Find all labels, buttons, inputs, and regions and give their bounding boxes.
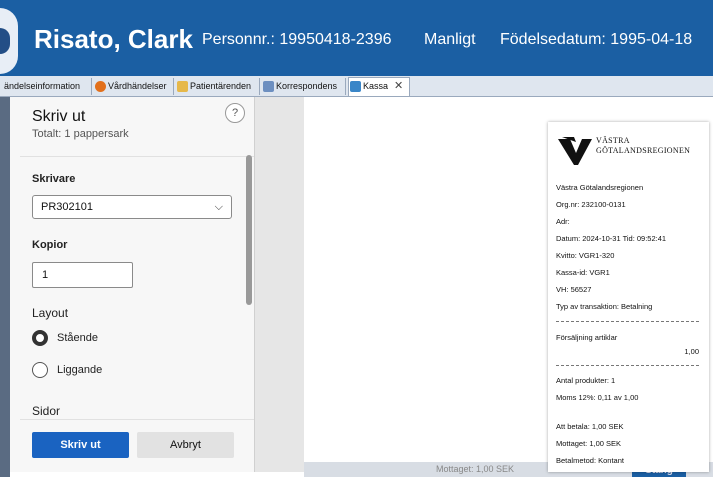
receipt-separator <box>556 321 699 322</box>
logo-text-2: GÖTALANDSREGIONEN <box>596 146 691 155</box>
layout-label: Layout <box>32 306 69 320</box>
tab-vardhandelser[interactable]: Vårdhändelser <box>94 78 174 95</box>
receipt-line: Att betala: 1,00 SEK <box>556 422 624 431</box>
personal-number: Personnr.: 19950418-2396 <box>202 31 392 48</box>
scrollbar[interactable] <box>246 155 252 305</box>
gender: Manligt <box>424 31 476 48</box>
cash-register-icon <box>350 81 361 92</box>
receipt-line: Antal produkter: 1 <box>556 376 616 385</box>
receipt-line: Kvitto: VGR1-320 <box>556 251 615 260</box>
sheet-count: Totalt: 1 pappersark <box>32 128 129 140</box>
receipt-line: VH: 56527 <box>556 285 592 294</box>
envelope-icon <box>263 81 274 92</box>
background-received-text: Mottaget: 1,00 SEK <box>436 464 515 474</box>
patient-header: Risato, Clark Personnr.: 19950418-2396 M… <box>0 0 713 76</box>
print-button[interactable]: Skriv ut <box>32 432 129 458</box>
tab-label: Patientärenden <box>190 81 252 91</box>
tab-label: Vårdhändelser <box>108 81 167 91</box>
divider <box>20 419 254 420</box>
receipt-separator <box>556 365 699 366</box>
printer-select[interactable]: PR302101 ⌵ <box>32 195 232 219</box>
receipt-line: Adr: <box>556 217 570 226</box>
close-icon[interactable]: ✕ <box>394 80 403 92</box>
printer-value: PR302101 <box>41 201 93 213</box>
receipt-line: Typ av transaktion: Betalning <box>556 302 653 311</box>
patient-name: Risato, Clark <box>34 24 193 54</box>
receipt-page: VÄSTRA GÖTALANDSREGIONEN Västra Götaland… <box>548 122 709 472</box>
help-button[interactable]: ? <box>225 103 245 123</box>
receipt-line: Datum: 2024-10-31 Tid: 09:52:41 <box>556 234 667 243</box>
receipt-line: Mottaget: 1,00 SEK <box>556 439 622 448</box>
radio-landscape[interactable] <box>32 362 48 378</box>
left-edge <box>0 97 10 477</box>
tab-kassa[interactable]: Kassa ✕ <box>348 77 410 96</box>
vgr-logo: VÄSTRA GÖTALANDSREGIONEN <box>556 135 701 175</box>
tab-patientarenden[interactable]: Patientärenden <box>176 78 260 95</box>
print-title: Skriv ut <box>32 108 86 125</box>
print-dialog: Skriv ut Totalt: 1 pappersark ? Skrivare… <box>10 97 255 472</box>
receipt-line: Betalmetod: Kontant <box>556 456 624 465</box>
birth-date: Födelsedatum: 1995-04-18 <box>500 31 693 48</box>
items-amount: 1,00 <box>684 347 699 356</box>
tab-label: Kassa <box>363 81 389 91</box>
tab-label: ändelseinformation <box>4 81 81 91</box>
receipt-line: Västra Götalandsregionen <box>556 183 644 192</box>
landscape-label: Liggande <box>57 364 103 376</box>
receipt-line: Moms 12%: 0,11 av 1,00 <box>556 393 639 402</box>
logo-text-1: VÄSTRA <box>596 136 630 145</box>
divider <box>20 156 254 157</box>
receipt-line: Org.nr: 232100-0131 <box>556 200 626 209</box>
clock-icon <box>95 81 106 92</box>
avatar <box>0 8 18 74</box>
vgr-logo-icon <box>558 137 592 165</box>
copies-label: Kopior <box>32 239 68 251</box>
portrait-label: Stående <box>57 332 98 344</box>
tab-bar: ändelseinformation Vårdhändelser Patient… <box>0 76 713 97</box>
tab-label: Korrespondens <box>276 81 338 91</box>
copies-input[interactable]: 1 <box>32 262 133 288</box>
preview-gutter <box>254 97 304 472</box>
receipt-line: Kassa-id: VGR1 <box>556 268 610 277</box>
tab-handelseinformation[interactable]: ändelseinformation <box>0 78 92 95</box>
items-header: Försäljning artiklar <box>556 333 618 342</box>
cancel-button[interactable]: Avbryt <box>137 432 234 458</box>
pages-label: Sidor <box>32 404 61 418</box>
tab-korrespondens[interactable]: Korrespondens <box>262 78 346 95</box>
chevron-down-icon: ⌵ <box>214 201 223 213</box>
printer-label: Skrivare <box>32 173 76 185</box>
folder-icon <box>177 81 188 92</box>
radio-portrait[interactable] <box>32 330 48 346</box>
